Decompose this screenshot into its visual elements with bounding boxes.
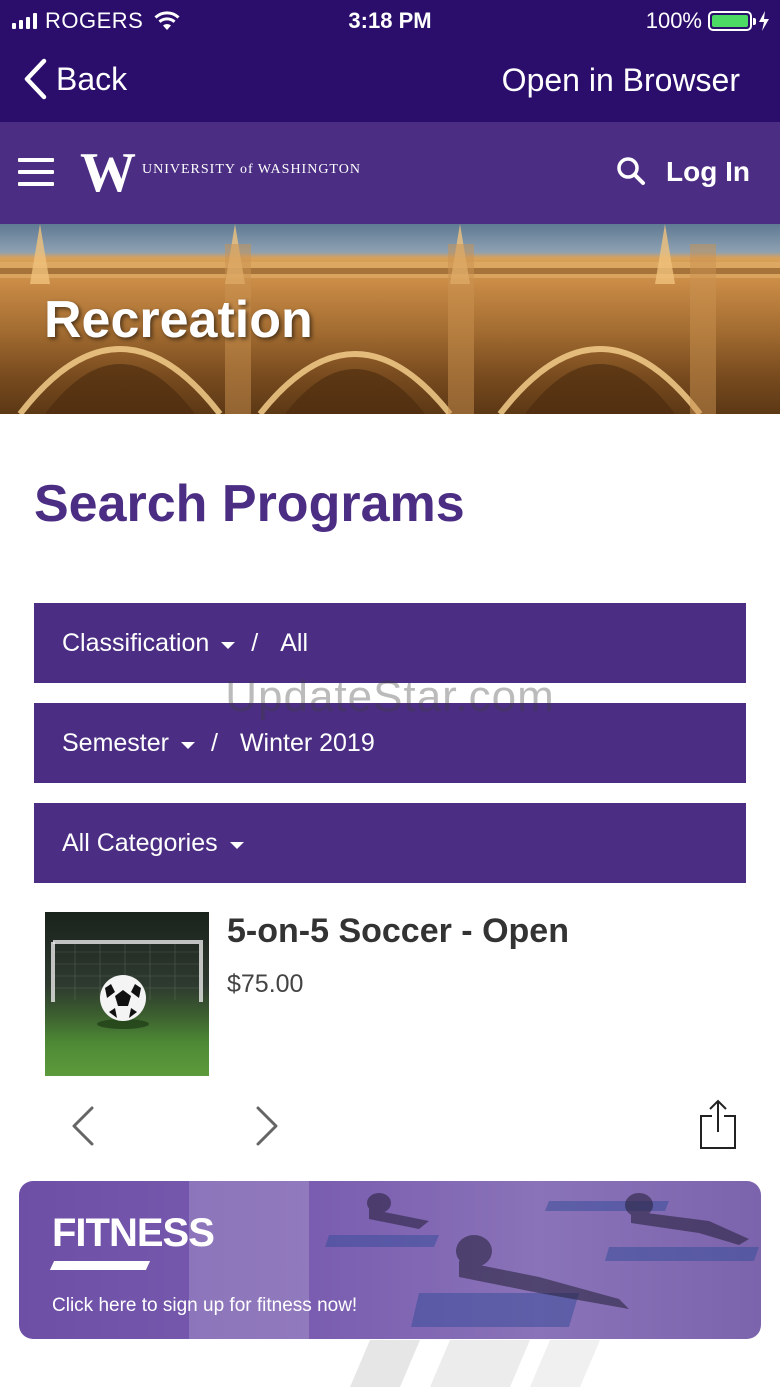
decorative-stripes <box>350 1340 600 1387</box>
chevron-left-icon <box>24 58 47 100</box>
fitness-banner[interactable]: FITNESS Click here to sign up for fitnes… <box>19 1181 761 1339</box>
semester-value: Winter 2019 <box>239 728 375 757</box>
back-label: Back <box>56 60 128 97</box>
categories-label: All Categories <box>62 828 218 857</box>
status-bar: ROGERS 3:18 PM 100% <box>0 0 780 40</box>
next-arrow-icon[interactable] <box>252 1104 282 1148</box>
hero-banner: Recreation <box>0 224 780 414</box>
uw-logo-text: UNIVERSITY of WASHINGTON <box>142 162 361 177</box>
charging-icon <box>759 11 769 31</box>
filter-separator: / <box>251 628 259 657</box>
page-title: Search Programs <box>34 475 465 533</box>
fitness-banner-subtitle: Click here to sign up for fitness now! <box>52 1295 358 1316</box>
program-title-link[interactable]: 5-on-5 Soccer - Open <box>227 912 569 951</box>
battery-icon <box>708 11 756 31</box>
caret-down-icon <box>180 741 195 749</box>
share-icon[interactable] <box>698 1098 738 1150</box>
previous-arrow-icon[interactable] <box>68 1104 98 1148</box>
fitness-banner-title: FITNESS <box>52 1211 215 1255</box>
site-header: W UNIVERSITY of WASHINGTON Log In <box>0 122 780 224</box>
classification-filter[interactable]: Classification / All <box>34 603 746 683</box>
uw-logo-letter: W <box>80 142 136 204</box>
hero-title: Recreation <box>44 291 313 349</box>
battery-percent: 100% <box>645 8 702 33</box>
uw-logo[interactable]: W UNIVERSITY of WASHINGTON <box>80 142 361 204</box>
classification-label: Classification <box>62 628 210 657</box>
search-icon[interactable] <box>616 156 646 186</box>
hamburger-menu-icon[interactable] <box>18 158 54 188</box>
open-in-browser-button[interactable]: Open in Browser <box>502 62 740 99</box>
login-link[interactable]: Log In <box>666 156 750 188</box>
program-thumbnail[interactable] <box>45 912 209 1076</box>
categories-filter[interactable]: All Categories <box>34 803 746 883</box>
semester-filter[interactable]: Semester / Winter 2019 <box>34 703 746 783</box>
filter-separator: / <box>210 728 218 757</box>
back-button[interactable]: Back <box>22 58 127 100</box>
caret-down-icon <box>221 641 236 649</box>
program-price: $75.00 <box>227 970 304 998</box>
caret-down-icon <box>229 841 244 849</box>
classification-value: All <box>280 628 309 657</box>
soccer-ball-image <box>51 940 203 1029</box>
browser-nav-bar: Back Open in Browser <box>0 40 780 122</box>
fitness-title-underline <box>49 1261 151 1270</box>
semester-label: Semester <box>62 728 169 757</box>
status-right: 100% <box>646 8 770 34</box>
